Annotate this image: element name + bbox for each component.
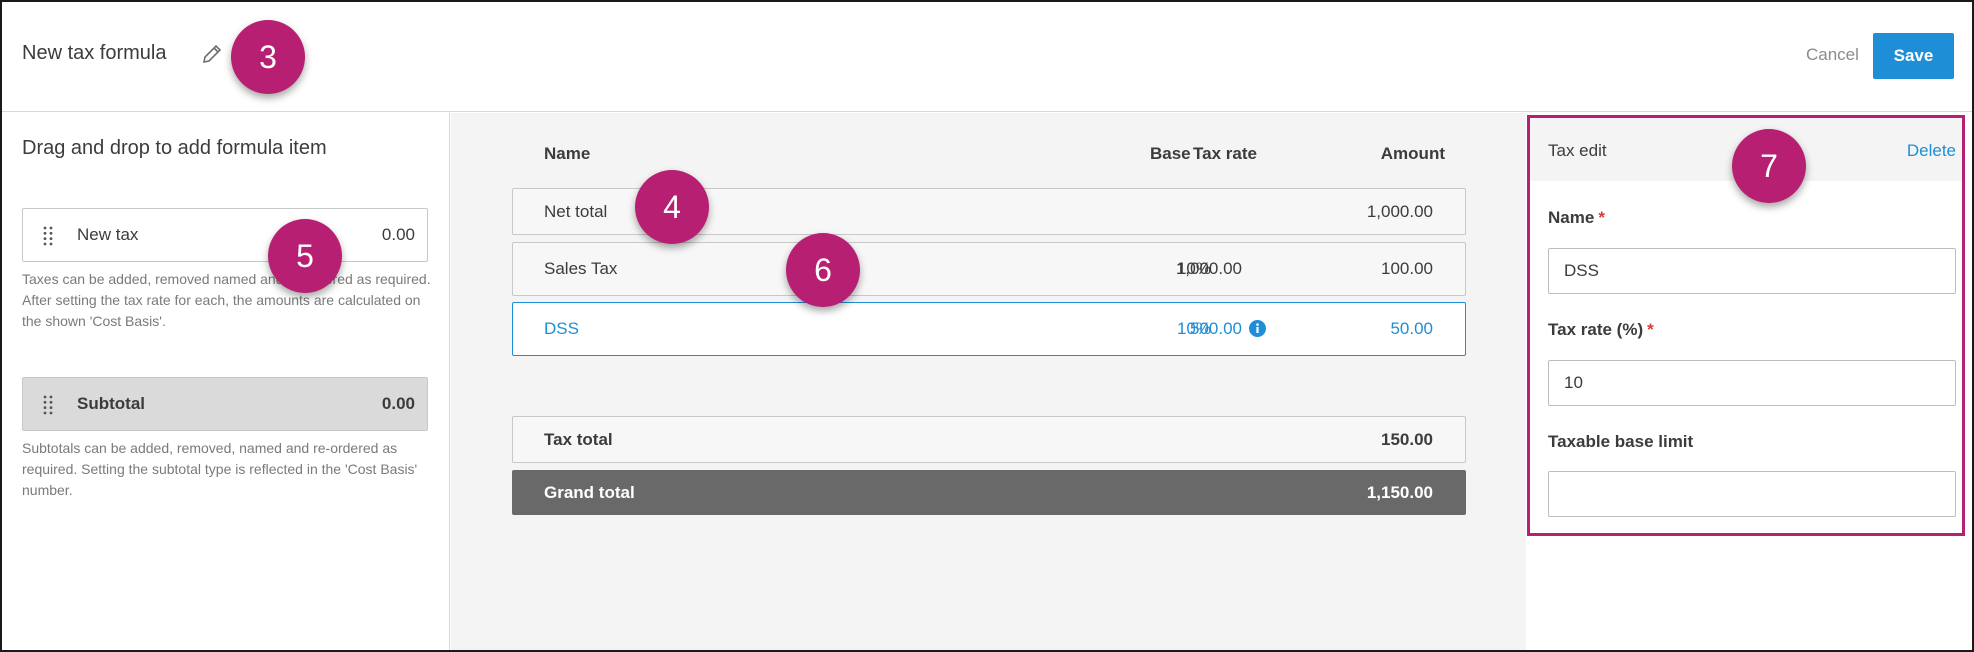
formula-table-panel: Name Tax rate Base Amount Net total 1,00…	[451, 113, 1526, 650]
grand-total-row: Grand total 1,150.00	[512, 470, 1466, 515]
callout-badge: 5	[268, 219, 342, 293]
item-label: Subtotal	[77, 394, 145, 413]
save-button[interactable]: Save	[1873, 33, 1954, 79]
callout-badge: 3	[231, 20, 305, 94]
row-name: Sales Tax	[544, 259, 618, 278]
draggable-tax-item[interactable]: New tax 0.00	[22, 208, 428, 262]
column-header-amount: Amount	[1380, 144, 1445, 163]
row-amount: 50.00	[1390, 319, 1433, 338]
item-label: New tax	[77, 225, 139, 244]
cancel-button[interactable]: Cancel	[1806, 45, 1859, 65]
row-name: DSS	[544, 319, 579, 338]
info-icon[interactable]	[1249, 320, 1266, 337]
row-base: 1,000.00	[1175, 259, 1242, 278]
app-window: New tax formula Cancel Save 3 4 5 6 7 Dr…	[0, 0, 1974, 652]
grand-total-label: Grand total	[544, 483, 635, 502]
formula-items-panel: Drag and drop to add formula item New ta…	[2, 113, 450, 650]
required-mark: *	[1598, 208, 1605, 227]
tax-help-text: Taxes can be added, removed named and re…	[22, 271, 431, 329]
subtotal-help-text: Subtotals can be added, removed, named a…	[22, 440, 418, 498]
drag-handle-icon[interactable]	[43, 395, 53, 415]
taxable-base-limit-input[interactable]	[1548, 471, 1956, 517]
callout-badge: 6	[786, 233, 860, 307]
row-name: Net total	[544, 202, 608, 221]
panel-heading: Drag and drop to add formula item	[22, 137, 327, 159]
page-title: New tax formula	[22, 42, 167, 64]
callout-badge: 4	[635, 170, 709, 244]
tax-rate-field-label: Tax rate (%) *	[1548, 320, 1654, 340]
pencil-icon[interactable]	[200, 42, 224, 66]
callout-badge: 7	[1732, 129, 1806, 203]
name-input[interactable]	[1548, 248, 1956, 294]
table-row[interactable]: Sales Tax 10% 1,000.00 100.00	[512, 242, 1466, 296]
name-label-text: Name	[1548, 208, 1595, 227]
column-header-base: Base	[1150, 144, 1191, 163]
column-header-tax-rate: Tax rate	[1193, 144, 1257, 163]
tax-rate-label-text: Tax rate (%)	[1548, 320, 1644, 339]
row-amount: 1,000.00	[1366, 202, 1433, 221]
tax-total-amount: 150.00	[1381, 430, 1433, 449]
grand-total-amount: 1,150.00	[1366, 483, 1433, 502]
tax-edit-title: Tax edit	[1548, 141, 1607, 160]
tax-total-label: Tax total	[544, 430, 613, 449]
column-header-name: Name	[544, 144, 591, 163]
name-field-label: Name *	[1548, 208, 1605, 228]
tax-total-row: Tax total 150.00	[512, 416, 1466, 463]
table-row-selected[interactable]: DSS 10% 500.00 50.00	[512, 302, 1466, 356]
draggable-subtotal-item[interactable]: Subtotal 0.00	[22, 377, 428, 431]
row-base: 500.00	[1190, 319, 1242, 338]
drag-handle-icon[interactable]	[43, 226, 53, 246]
item-value: 0.00	[381, 225, 415, 244]
tax-rate-input[interactable]	[1548, 360, 1956, 406]
required-mark: *	[1647, 320, 1654, 339]
row-amount: 100.00	[1381, 259, 1433, 278]
item-value: 0.00	[381, 394, 415, 413]
taxable-base-limit-label: Taxable base limit	[1548, 432, 1694, 451]
delete-button[interactable]: Delete	[1907, 141, 1956, 161]
